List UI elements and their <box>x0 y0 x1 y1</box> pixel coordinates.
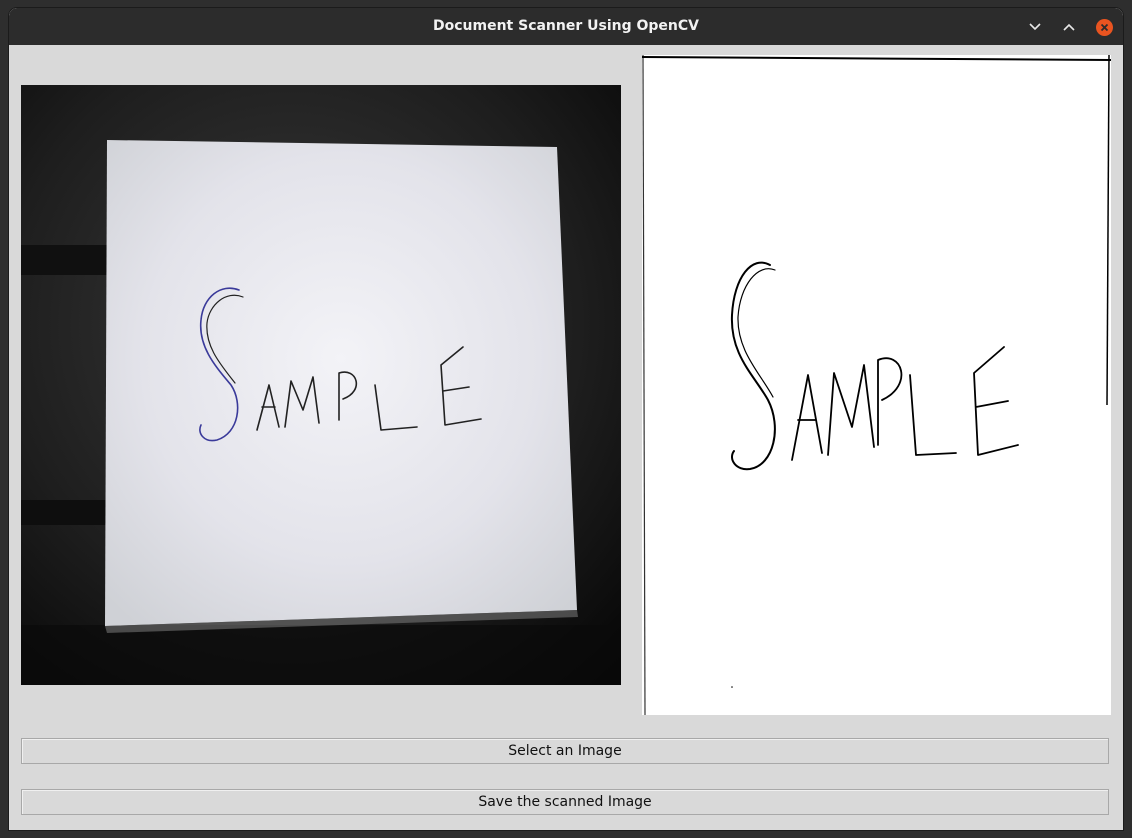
original-image <box>21 85 621 685</box>
scanned-output <box>642 55 1111 715</box>
chevron-down-icon <box>1029 23 1041 31</box>
chevron-up-icon <box>1063 23 1075 31</box>
window-title: Document Scanner Using OpenCV <box>432 18 699 34</box>
minimize-button[interactable] <box>1025 17 1045 37</box>
app-window: Document Scanner Using OpenCV Select an … <box>9 8 1123 830</box>
close-icon <box>1095 18 1113 36</box>
title-bar[interactable]: Document Scanner Using OpenCV <box>9 8 1123 45</box>
close-button[interactable] <box>1094 17 1114 37</box>
save-scanned-image-button[interactable]: Save the scanned Image <box>21 789 1109 815</box>
scanned-image <box>642 55 1111 715</box>
select-image-button[interactable]: Select an Image <box>21 738 1109 764</box>
original-photo <box>21 85 621 685</box>
maximize-button[interactable] <box>1059 17 1079 37</box>
